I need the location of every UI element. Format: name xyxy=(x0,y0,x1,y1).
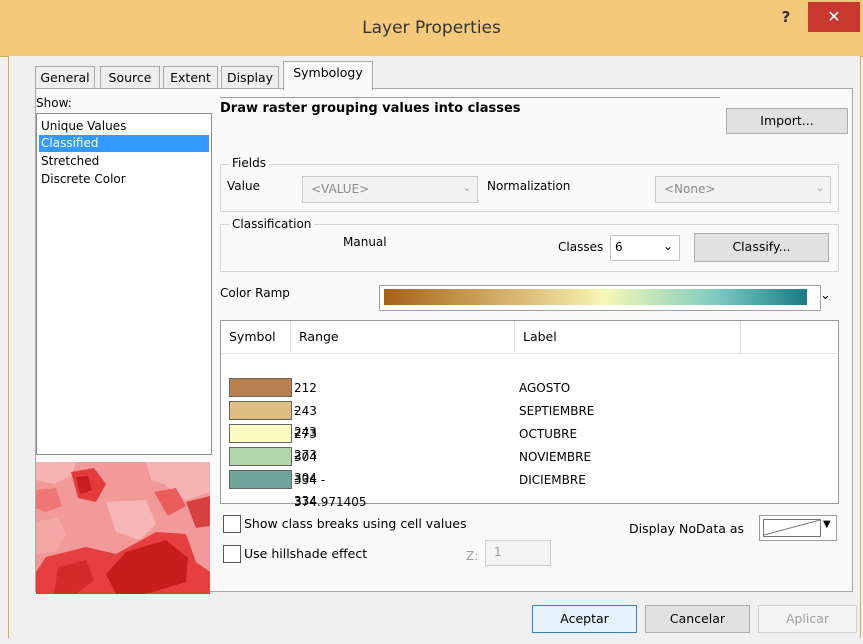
value-label: Value xyxy=(227,179,260,193)
classify-button[interactable]: Classify... xyxy=(694,233,829,262)
color-ramp-gradient xyxy=(384,289,807,305)
tab-source[interactable]: Source xyxy=(100,66,160,89)
classes-label: Classes xyxy=(558,240,604,254)
hillshade-label: Use hillshade effect xyxy=(244,546,368,561)
class-swatch[interactable] xyxy=(229,424,292,443)
show-item-stretched[interactable]: Stretched xyxy=(39,153,209,170)
class-swatch[interactable] xyxy=(229,447,292,466)
nodata-color-picker[interactable]: ▼ xyxy=(759,515,837,541)
column-label[interactable]: Label xyxy=(515,321,741,353)
apply-button[interactable]: Aplicar xyxy=(758,605,857,633)
normalization-select-text: <None> xyxy=(664,182,716,196)
class-range: 334 - 374.971405 xyxy=(294,473,367,509)
class-label: SEPTIEMBRE xyxy=(519,404,595,418)
class-label: NOVIEMBRE xyxy=(519,450,592,464)
help-button[interactable]: ? xyxy=(766,4,806,32)
import-button[interactable]: Import... xyxy=(726,108,848,134)
value-select-text: <VALUE> xyxy=(311,182,370,196)
class-label: DICIEMBRE xyxy=(519,473,586,487)
class-swatch[interactable] xyxy=(229,378,292,397)
show-list[interactable]: Unique Values Classified Stretched Discr… xyxy=(36,113,212,455)
classification-legend: Classification xyxy=(229,217,315,231)
window-title: Layer Properties xyxy=(362,18,501,38)
classes-select-value: 6 xyxy=(615,240,623,254)
class-swatch[interactable] xyxy=(229,470,292,489)
column-symbol[interactable]: Symbol xyxy=(221,321,291,353)
value-select[interactable]: <VALUE> ⌄ xyxy=(302,176,478,203)
show-class-breaks-label: Show class breaks using cell values xyxy=(244,516,467,531)
classification-method: Manual xyxy=(343,235,387,249)
show-item-discrete-color[interactable]: Discrete Color xyxy=(39,171,209,188)
show-class-breaks-checkbox[interactable] xyxy=(223,515,241,533)
heading-divider xyxy=(220,97,720,98)
tab-display[interactable]: Display xyxy=(221,66,279,89)
class-label: AGOSTO xyxy=(519,381,571,395)
normalization-label: Normalization xyxy=(487,179,571,193)
cancel-button[interactable]: Cancelar xyxy=(645,605,750,633)
classes-select[interactable]: 6 ⌄ xyxy=(610,235,680,261)
z-factor-input[interactable]: 1 xyxy=(485,540,551,566)
class-swatch[interactable] xyxy=(229,401,292,420)
nodata-label: Display NoData as xyxy=(629,521,745,536)
z-factor-value: 1 xyxy=(494,545,502,559)
chevron-down-icon: ⌄ xyxy=(815,183,824,194)
show-item-unique-values[interactable]: Unique Values xyxy=(39,118,209,135)
chevron-down-icon: ⌄ xyxy=(462,183,471,194)
symbology-preview-image xyxy=(36,462,210,594)
show-item-classified[interactable]: Classified xyxy=(39,135,209,152)
class-label: OCTUBRE xyxy=(519,427,578,441)
fields-legend: Fields xyxy=(229,156,269,170)
show-label: Show: xyxy=(36,96,72,110)
hillshade-checkbox[interactable] xyxy=(223,545,241,563)
normalization-select[interactable]: <None> ⌄ xyxy=(655,176,831,203)
color-ramp-label: Color Ramp xyxy=(220,286,290,300)
tab-extent[interactable]: Extent xyxy=(163,66,218,89)
dropdown-arrow-icon: ▼ xyxy=(823,519,831,530)
tab-general[interactable]: General xyxy=(35,66,95,89)
chevron-down-icon[interactable]: ⌄ xyxy=(820,288,831,303)
column-range[interactable]: Range xyxy=(291,321,515,353)
ok-button[interactable]: Aceptar xyxy=(532,605,637,633)
tab-symbology[interactable]: Symbology xyxy=(283,61,373,90)
chevron-down-icon: ⌄ xyxy=(663,239,674,253)
z-label: Z: xyxy=(466,549,479,563)
class-table-header: Symbol Range Label xyxy=(221,321,837,354)
renderer-heading: Draw raster grouping values into classes xyxy=(220,101,521,116)
nodata-swatch xyxy=(763,519,821,537)
close-button[interactable]: ✕ xyxy=(808,2,860,32)
